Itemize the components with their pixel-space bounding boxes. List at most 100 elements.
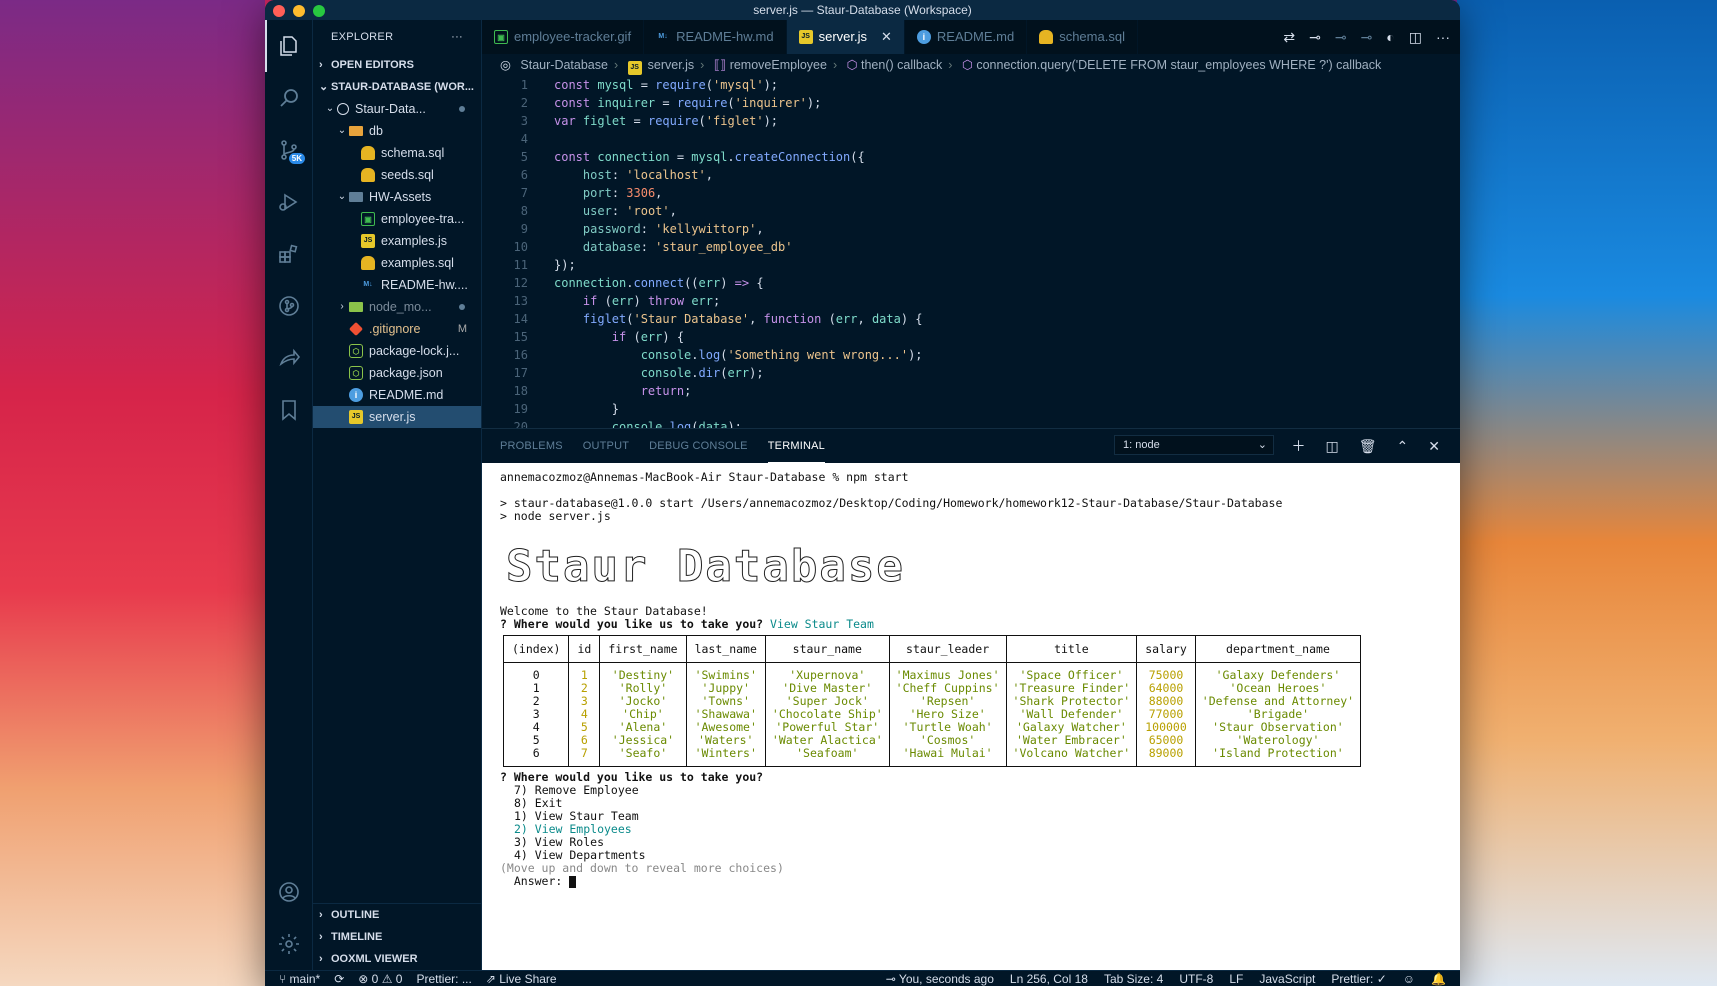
previous-change-icon[interactable]: ⊸ bbox=[1335, 29, 1347, 46]
tab-debug-console[interactable]: DEBUG CONSOLE bbox=[649, 429, 748, 463]
git-blame-status[interactable]: ⊸ You, seconds ago bbox=[886, 972, 994, 986]
live-share-icon[interactable] bbox=[265, 332, 313, 384]
cursor-position-status[interactable]: Ln 256, Col 18 bbox=[1010, 972, 1088, 986]
settings-gear-icon[interactable] bbox=[265, 918, 313, 970]
tree-item-readme-hw[interactable]: M↓ README-hw.... bbox=[313, 274, 481, 296]
eol-status[interactable]: LF bbox=[1229, 972, 1243, 986]
tab-problems[interactable]: PROBLEMS bbox=[500, 429, 563, 463]
modified-dot-icon bbox=[459, 106, 465, 112]
tree-item-node-modules[interactable]: › node_mo... bbox=[313, 296, 481, 318]
prettier-status[interactable]: Prettier: ✓ bbox=[1331, 972, 1386, 986]
source-control-icon[interactable]: 5K bbox=[265, 124, 313, 176]
explorer-icon[interactable] bbox=[265, 20, 313, 72]
workspace-section[interactable]: ⌄ STAUR-DATABASE (WOR... bbox=[313, 76, 481, 98]
terminal[interactable]: annemacozmoz@Annemas-MacBook-Air Staur-D… bbox=[482, 463, 1460, 971]
choice-item[interactable]: 8) Exit bbox=[500, 797, 1460, 810]
breadcrumb-item[interactable]: removeEmployee bbox=[730, 58, 827, 72]
search-icon[interactable] bbox=[265, 72, 313, 124]
timeline-section[interactable]: › TIMELINE bbox=[313, 926, 481, 948]
tree-item-package-json[interactable]: ⬡ package.json bbox=[313, 362, 481, 384]
database-file-icon bbox=[361, 146, 375, 160]
encoding-status[interactable]: UTF-8 bbox=[1179, 972, 1213, 986]
tree-item-package-lock[interactable]: ⬡ package-lock.j... bbox=[313, 340, 481, 362]
live-share-status[interactable]: ⇗ Live Share bbox=[486, 972, 557, 986]
git-commit-icon[interactable]: ⊸ bbox=[1309, 29, 1321, 46]
outline-section[interactable]: › OUTLINE bbox=[313, 904, 481, 926]
close-icon[interactable]: ✕ bbox=[881, 20, 892, 54]
javascript-file-icon: JS bbox=[361, 234, 375, 248]
breadcrumb-item[interactable]: Staur-Database bbox=[520, 58, 608, 72]
tree-item-label: node_mo... bbox=[369, 300, 432, 314]
tree-item-server-js[interactable]: JS server.js bbox=[313, 406, 481, 428]
next-change-icon[interactable]: ⊸ bbox=[1361, 29, 1373, 46]
breadcrumb-folder-icon: ◎ bbox=[500, 58, 511, 72]
run-debug-icon[interactable] bbox=[265, 176, 313, 228]
tab-terminal[interactable]: TERMINAL bbox=[767, 429, 825, 463]
zoom-window-button[interactable] bbox=[313, 5, 325, 17]
tree-item-readme[interactable]: i README.md bbox=[313, 384, 481, 406]
chevron-down-icon: ⌄ bbox=[337, 125, 347, 136]
chevron-right-icon: › bbox=[319, 59, 323, 71]
tree-item-examples-sql[interactable]: examples.sql bbox=[313, 252, 481, 274]
tab-label: README-hw.md bbox=[676, 29, 774, 44]
tab-server-js[interactable]: JS server.js ✕ bbox=[786, 20, 905, 54]
tab-schema-sql[interactable]: schema.sql bbox=[1027, 20, 1138, 54]
terminal-select[interactable]: 1: node ⌄ bbox=[1114, 435, 1274, 455]
timeline-icon[interactable]: ◐ bbox=[1386, 29, 1394, 45]
extensions-icon[interactable] bbox=[265, 228, 313, 280]
tab-size-status[interactable]: Tab Size: 4 bbox=[1104, 972, 1163, 986]
table-cell: 75000 bbox=[1136, 662, 1196, 682]
breadcrumb-item[interactable]: server.js bbox=[648, 58, 695, 72]
notifications-bell-icon[interactable]: 🔔 bbox=[1431, 972, 1446, 986]
timeline-label: TIMELINE bbox=[331, 931, 383, 943]
maximize-panel-icon[interactable]: ⌃ bbox=[1397, 438, 1409, 455]
split-terminal-icon[interactable]: ◫ bbox=[1326, 438, 1339, 455]
tree-item-gitignore[interactable]: .gitignore M bbox=[313, 318, 481, 340]
tree-item-label: examples.sql bbox=[381, 256, 454, 270]
tree-item-db[interactable]: ⌄ db bbox=[313, 120, 481, 142]
tree-item-label: HW-Assets bbox=[369, 190, 432, 204]
open-editors-section[interactable]: › OPEN EDITORS bbox=[313, 54, 481, 76]
choice-item[interactable]: 2) View Employees bbox=[500, 823, 1460, 836]
bookmarks-icon[interactable] bbox=[265, 384, 313, 436]
open-editors-label: OPEN EDITORS bbox=[331, 59, 414, 71]
kill-terminal-icon[interactable]: 🗑 bbox=[1359, 438, 1377, 455]
choice-item[interactable]: 7) Remove Employee bbox=[500, 784, 1460, 797]
feedback-icon[interactable]: ☺ bbox=[1403, 972, 1415, 986]
breadcrumb-item[interactable]: connection.query('DELETE FROM staur_empl… bbox=[976, 58, 1381, 72]
more-actions-icon[interactable]: ··· bbox=[1436, 29, 1450, 45]
choice-item[interactable]: 1) View Staur Team bbox=[500, 810, 1460, 823]
code-editor[interactable]: 1 const mysql = require('mysql'); 2 const … bbox=[482, 76, 1460, 428]
compare-changes-icon[interactable]: ⇄ bbox=[1283, 29, 1295, 46]
tree-item-examples-js[interactable]: JS examples.js bbox=[313, 230, 481, 252]
terminal-select-value: 1: node bbox=[1123, 439, 1160, 451]
ooxml-viewer-section[interactable]: › OOXML VIEWER bbox=[313, 948, 481, 970]
vscode-window: server.js — Staur-Database (Workspace) 5… bbox=[265, 0, 1460, 986]
new-terminal-icon[interactable]: ＋ bbox=[1292, 436, 1306, 456]
close-window-button[interactable] bbox=[273, 5, 285, 17]
language-status[interactable]: JavaScript bbox=[1259, 972, 1315, 986]
close-panel-icon[interactable]: ✕ bbox=[1428, 438, 1440, 455]
split-editor-icon[interactable]: ◫ bbox=[1409, 29, 1422, 46]
tree-root[interactable]: ⌄ Staur-Data... bbox=[313, 98, 481, 120]
tree-item-hw-assets[interactable]: ⌄ HW-Assets bbox=[313, 186, 481, 208]
tab-readme[interactable]: i README.md bbox=[905, 20, 1028, 54]
tab-output[interactable]: OUTPUT bbox=[583, 429, 629, 463]
problems-status[interactable]: ⊗ 0 ⚠ 0 bbox=[358, 972, 402, 986]
tab-employee-tracker-gif[interactable]: ▣ employee-tracker.gif bbox=[482, 20, 645, 54]
tab-readme-hw[interactable]: M↓ README-hw.md bbox=[644, 20, 787, 54]
tree-item-employee-tracker-gif[interactable]: ▣ employee-tra... bbox=[313, 208, 481, 230]
minimize-window-button[interactable] bbox=[293, 5, 305, 17]
terminal-question: ? Where would you like us to take you? bbox=[500, 770, 764, 784]
tab-label: employee-tracker.gif bbox=[514, 29, 632, 44]
prettier-left-status[interactable]: Prettier: ... bbox=[416, 972, 471, 986]
tree-item-seeds-sql[interactable]: seeds.sql bbox=[313, 164, 481, 186]
git-graph-icon[interactable] bbox=[265, 280, 313, 332]
branch-status[interactable]: ⑂ main* bbox=[279, 972, 320, 986]
sync-icon[interactable]: ⟳ bbox=[334, 972, 344, 986]
tab-label: schema.sql bbox=[1059, 29, 1125, 44]
tree-item-schema-sql[interactable]: schema.sql bbox=[313, 142, 481, 164]
breadcrumb-item[interactable]: then() callback bbox=[861, 58, 942, 72]
account-icon[interactable] bbox=[265, 866, 313, 918]
explorer-more-button[interactable]: ··· bbox=[451, 20, 463, 54]
